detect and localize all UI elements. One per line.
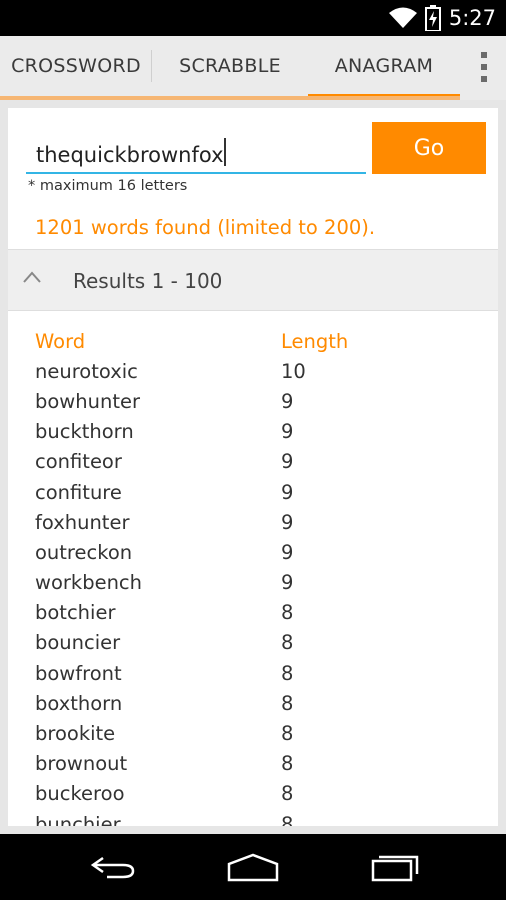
row-length: 8: [281, 752, 294, 776]
battery-icon: [424, 5, 441, 31]
recent-apps-icon: [371, 855, 419, 882]
row-word: confiteor: [35, 450, 122, 474]
status-icons: 5:27: [388, 0, 496, 36]
status-bar: 5:27: [0, 0, 506, 36]
home-icon: [227, 853, 279, 882]
row-word: foxhunter: [35, 510, 130, 534]
table-row: confiteor 9: [35, 447, 475, 477]
table-row: outreckon 9: [35, 537, 475, 567]
row-word: brownout: [35, 752, 128, 776]
nav-bar: [0, 834, 506, 900]
recent-apps-button[interactable]: [360, 844, 430, 890]
row-length: 9: [281, 510, 294, 534]
tabs-bar: CROSSWORD SCRABBLE ANAGRAM: [0, 36, 506, 100]
tab-underline: [0, 96, 460, 100]
results-section-header[interactable]: Results 1 - 100: [8, 249, 498, 311]
results-table: Word Length neurotoxic 10 bowhunter 9 buckth…: [35, 326, 475, 826]
table-header-row: Word Length: [35, 326, 475, 356]
tab-anagram[interactable]: ANAGRAM: [308, 36, 460, 100]
table-row: buckeroo 8: [35, 779, 475, 809]
table-row: bunchier 8: [35, 809, 475, 826]
table-row: botchier 8: [35, 598, 475, 628]
tab-crossword[interactable]: CROSSWORD: [0, 36, 152, 96]
row-word: botchier: [35, 601, 116, 625]
table-row: workbench 9: [35, 568, 475, 598]
row-word: bunchier: [35, 812, 121, 826]
go-button[interactable]: Go: [372, 122, 486, 174]
row-word: boxthorn: [35, 691, 123, 715]
table-row: confiture 9: [35, 477, 475, 507]
row-length: 9: [281, 571, 294, 595]
row-word: confiture: [35, 480, 122, 504]
table-row: neurotoxic 10: [35, 356, 475, 386]
row-length: 8: [281, 782, 294, 806]
row-length: 9: [281, 389, 294, 413]
tab-scrabble-label: SCRABBLE: [179, 55, 281, 77]
row-length: 9: [281, 420, 294, 444]
table-row: foxhunter 9: [35, 507, 475, 537]
row-word: workbench: [35, 571, 143, 595]
tab-scrabble[interactable]: SCRABBLE: [152, 36, 308, 96]
letters-input[interactable]: [26, 132, 366, 174]
words-found-message: 1201 words found (limited to 200).: [35, 216, 376, 239]
back-icon: [90, 856, 135, 879]
header-word: Word: [35, 329, 86, 353]
tab-anagram-label: ANAGRAM: [334, 55, 434, 77]
text-cursor: [224, 138, 226, 166]
row-word: outreckon: [35, 540, 133, 564]
table-row: boxthorn 8: [35, 688, 475, 718]
row-length: 9: [281, 450, 294, 474]
row-word: bouncier: [35, 631, 121, 655]
table-row: brownout 8: [35, 749, 475, 779]
max-letters-hint: * maximum 16 letters: [28, 178, 188, 194]
header-length: Length: [281, 329, 349, 353]
row-length: 8: [281, 601, 294, 625]
row-length: 8: [281, 631, 294, 655]
row-length: 9: [281, 540, 294, 564]
row-word: neurotoxic: [35, 359, 138, 383]
home-button[interactable]: [218, 844, 288, 890]
overflow-menu-icon[interactable]: [480, 52, 488, 82]
row-length: 8: [281, 691, 294, 715]
row-word: bowfront: [35, 661, 122, 685]
table-row: bowhunter 9: [35, 386, 475, 416]
row-length: 9: [281, 480, 294, 504]
table-row: buckthorn 9: [35, 417, 475, 447]
row-word: buckeroo: [35, 782, 125, 806]
table-row: bouncier 8: [35, 628, 475, 658]
tabs-row: CROSSWORD SCRABBLE ANAGRAM: [0, 36, 506, 100]
anagram-card: Go * maximum 16 letters 1201 words found…: [8, 108, 498, 826]
table-row: brookite 8: [35, 718, 475, 748]
results-title: Results 1 - 100: [73, 269, 223, 293]
row-word: buckthorn: [35, 420, 134, 444]
status-time: 5:27: [448, 6, 496, 30]
row-word: brookite: [35, 722, 116, 746]
tab-crossword-label: CROSSWORD: [11, 55, 141, 77]
table-row: bowfront 8: [35, 658, 475, 688]
wifi-icon: [388, 7, 417, 28]
row-length: 8: [281, 812, 294, 826]
row-length: 8: [281, 661, 294, 685]
row-word: bowhunter: [35, 389, 140, 413]
back-button[interactable]: [78, 844, 148, 890]
row-length: 8: [281, 722, 294, 746]
row-length: 10: [281, 359, 306, 383]
chevron-up-icon: [23, 271, 41, 283]
